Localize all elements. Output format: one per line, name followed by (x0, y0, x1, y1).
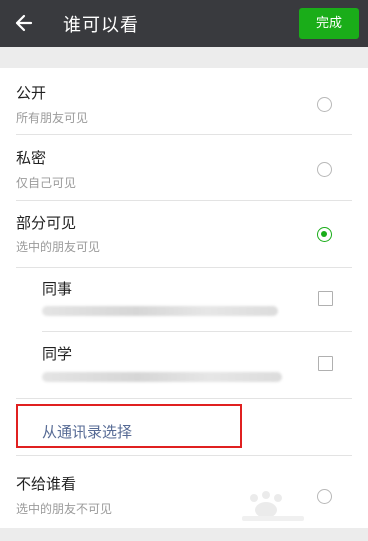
back-arrow-icon[interactable] (12, 12, 34, 34)
visibility-options-panel: 公开 所有朋友可见 私密 仅自己可见 部分可见 选中的朋友可见 同事 同学 不给… (0, 68, 368, 528)
option-private-radio[interactable] (317, 162, 332, 177)
option-partial-label: 部分可见 (16, 214, 77, 232)
done-button[interactable]: 完成 (299, 8, 359, 39)
option-public-radio[interactable] (317, 97, 332, 112)
option-exclude[interactable]: 不给谁看 选中的朋友不可见 (0, 456, 368, 528)
tag-checkbox[interactable] (318, 356, 333, 371)
divider (16, 398, 352, 399)
tag-item-classmates[interactable]: 同学 (0, 332, 368, 398)
option-partial-desc: 选中的朋友可见 (16, 240, 101, 254)
bottom-gap (0, 528, 368, 541)
option-exclude-radio[interactable] (317, 489, 332, 504)
blurred-member-list (42, 372, 282, 382)
option-public-label: 公开 (16, 84, 47, 102)
page-title: 谁可以看 (63, 15, 139, 36)
option-partial[interactable]: 部分可见 选中的朋友可见 (0, 201, 368, 266)
option-exclude-label: 不给谁看 (16, 475, 77, 493)
tag-label: 同学 (42, 345, 73, 363)
option-public[interactable]: 公开 所有朋友可见 (0, 68, 368, 134)
option-exclude-desc: 选中的朋友不可见 (16, 502, 113, 516)
tag-label: 同事 (42, 280, 73, 298)
watermark-logo (242, 491, 304, 521)
option-private-desc: 仅自己可见 (16, 176, 77, 190)
tag-checkbox[interactable] (318, 291, 333, 306)
option-partial-radio-checked[interactable] (317, 227, 332, 242)
option-private[interactable]: 私密 仅自己可见 (0, 135, 368, 200)
highlight-annotation-box (16, 404, 242, 448)
option-public-desc: 所有朋友可见 (16, 111, 89, 125)
option-private-label: 私密 (16, 149, 47, 167)
tag-item-colleagues[interactable]: 同事 (0, 268, 368, 331)
top-gap (0, 47, 368, 68)
blurred-member-list (42, 306, 278, 316)
title-bar: 谁可以看 完成 (0, 0, 368, 47)
